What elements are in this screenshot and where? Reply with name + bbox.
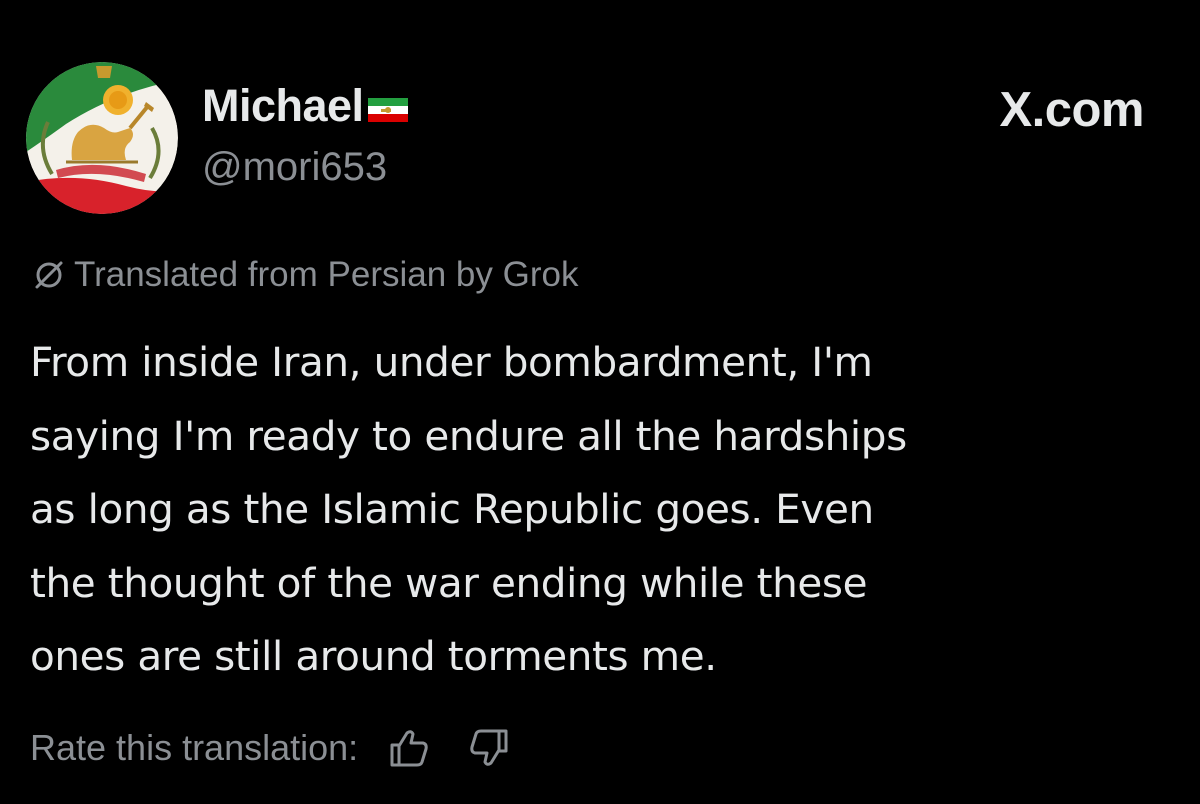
user-handle[interactable]: @mori653 [202, 145, 387, 190]
tweet-line: as long as the Islamic Republic goes. Ev… [30, 485, 874, 533]
translate-icon [32, 258, 66, 292]
thumbs-up-icon[interactable] [386, 725, 432, 771]
brand-logo-text[interactable]: X.com [999, 82, 1144, 138]
rate-translation-label: Rate this translation: [30, 727, 359, 768]
rate-translation-row: Rate this translation: [30, 725, 512, 771]
thumbs-down-icon[interactable] [466, 725, 512, 771]
translation-label: Translated from Persian by Grok [74, 255, 579, 294]
avatar[interactable] [26, 62, 178, 214]
tweet-line: ones are still around torments me. [30, 632, 717, 680]
tweet-line: saying I'm ready to endure all the hards… [30, 411, 907, 460]
tweet-line: the thought of the war ending while thes… [30, 558, 868, 607]
display-name-row[interactable]: Michael [202, 80, 408, 132]
tweet-line: From inside Iran, under bombardment, I'm [30, 338, 873, 386]
tweet-text: From inside Iran, under bombardment, I'm… [30, 326, 1180, 694]
iran-flag-icon [367, 98, 408, 122]
translation-notice: Translated from Persian by Grok [32, 255, 578, 295]
display-name[interactable]: Michael [202, 80, 364, 132]
